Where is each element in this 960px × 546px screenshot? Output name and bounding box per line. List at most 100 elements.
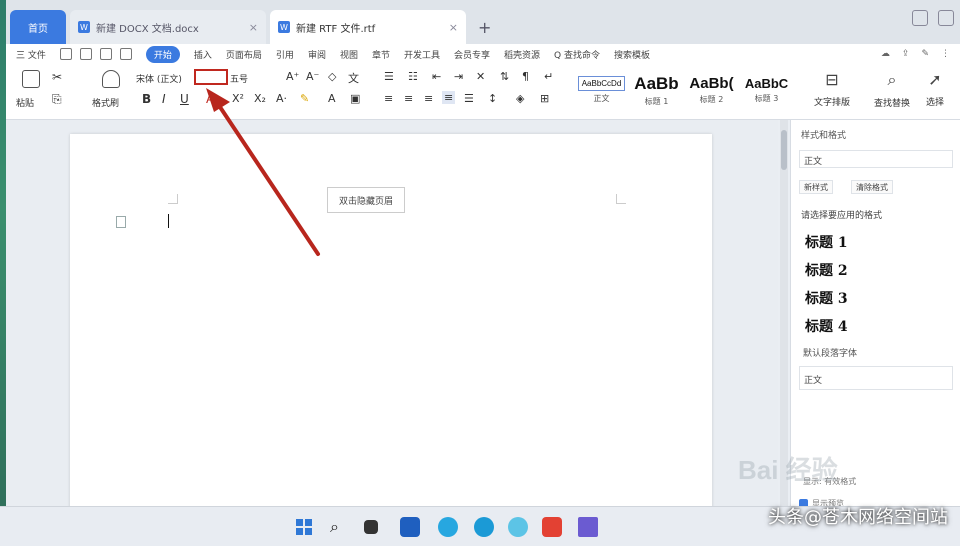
align-left-icon[interactable]: ≡ xyxy=(384,92,393,105)
widgets-icon[interactable] xyxy=(400,517,420,537)
search-icon: ⌕ xyxy=(887,70,897,89)
line-spacing-icon[interactable]: ↕ xyxy=(488,92,497,105)
justify-icon[interactable]: ≡ xyxy=(442,91,456,104)
menu-developer[interactable]: 开发工具 xyxy=(404,48,440,61)
show-marks-icon[interactable]: ¶ xyxy=(522,70,529,83)
menu-member[interactable]: 会员专享 xyxy=(454,48,490,61)
new-style-button[interactable]: 新样式 xyxy=(799,180,833,194)
text-effect-icon[interactable]: A· xyxy=(276,92,287,105)
font-color-button[interactable]: A xyxy=(206,92,214,106)
bullet-list-icon[interactable]: ☰ xyxy=(384,70,394,83)
wps-doc-icon: W xyxy=(278,21,290,33)
style-heading-3[interactable]: AaBbC 标题 3 xyxy=(741,68,792,112)
paragraph-marks-icon[interactable]: ↵ xyxy=(544,70,553,83)
close-icon[interactable]: × xyxy=(449,21,458,34)
more-icon[interactable]: ⋮ xyxy=(941,49,950,59)
scrollbar-thumb[interactable] xyxy=(781,130,787,170)
distributed-icon[interactable]: ☰ xyxy=(464,92,474,105)
numbered-list-icon[interactable]: ☷ xyxy=(408,70,418,83)
header-tooltip[interactable]: 双击隐藏页眉 xyxy=(327,187,405,213)
grow-font-icon[interactable]: A⁺ xyxy=(286,70,299,83)
style-sample: AaBbCcDd xyxy=(577,76,626,91)
shading-icon[interactable]: ◈ xyxy=(516,92,524,105)
style-list-heading-4[interactable]: 标题 4 xyxy=(805,316,848,336)
border-icon[interactable]: ⊞ xyxy=(540,92,549,105)
style-heading-2[interactable]: AaBb( 标题 2 xyxy=(686,68,737,112)
export-icon[interactable] xyxy=(79,48,92,60)
menu-references[interactable]: 引用 xyxy=(276,48,294,61)
phonetic-icon[interactable]: 文 xyxy=(348,70,359,86)
menu-view[interactable]: 视图 xyxy=(340,48,358,61)
format-painter-icon[interactable] xyxy=(102,70,120,88)
sort-icon[interactable]: ⇅ xyxy=(500,70,509,83)
style-list-heading-3[interactable]: 标题 3 xyxy=(805,288,848,308)
cloud-icon[interactable]: ☁ xyxy=(881,49,890,59)
shrink-font-icon[interactable]: A⁻ xyxy=(306,70,319,83)
save-icon[interactable] xyxy=(59,48,72,60)
char-border-icon[interactable]: ▣ xyxy=(350,92,360,105)
text-layout-button[interactable]: ⊟ 文字排版 xyxy=(814,70,850,108)
current-style-field[interactable]: 正文 xyxy=(799,150,953,168)
task-view-icon[interactable] xyxy=(364,520,378,534)
align-right-icon[interactable]: ≡ xyxy=(424,92,433,105)
decrease-indent-icon[interactable]: ⇤ xyxy=(432,70,441,83)
document-page[interactable]: 双击隐藏页眉 xyxy=(70,134,712,520)
style-name: 正文 xyxy=(593,94,610,103)
windows-start-icon[interactable] xyxy=(294,517,314,537)
tab-rtf[interactable]: W 新建 RTF 文件.rtf × xyxy=(270,10,466,44)
menu-layout[interactable]: 页面布局 xyxy=(226,48,262,61)
menu-start[interactable]: 开始 xyxy=(145,45,180,63)
subscript-icon[interactable]: X₂ xyxy=(254,92,266,105)
preview-icon[interactable] xyxy=(119,48,132,60)
select-button[interactable]: ➚ 选择 xyxy=(926,70,944,108)
wps-icon[interactable] xyxy=(542,517,562,537)
comment-icon[interactable]: ✎ xyxy=(921,49,929,59)
menu-review[interactable]: 审阅 xyxy=(308,48,326,61)
menu-right-icons: ☁ ⇪ ✎ ⋮ xyxy=(881,49,960,59)
superscript-icon[interactable]: X² xyxy=(232,92,244,105)
text-cursor xyxy=(168,214,169,228)
workspace-icon[interactable] xyxy=(912,10,928,26)
style-list-heading-2[interactable]: 标题 2 xyxy=(805,260,848,280)
align-center-icon[interactable]: ≡ xyxy=(404,92,413,105)
copy-icon[interactable]: ⎘ xyxy=(52,92,62,107)
app-icon-2[interactable] xyxy=(578,517,598,537)
template-search[interactable]: 搜索模板 xyxy=(614,48,650,61)
style-list-heading-1[interactable]: 标题 1 xyxy=(805,232,848,252)
cut-icon[interactable]: ✂ xyxy=(52,70,62,84)
menu-resources[interactable]: 稻壳资源 xyxy=(504,48,540,61)
find-replace-button[interactable]: ⌕ 查找替换 xyxy=(874,70,910,109)
chinese-layout-icon[interactable]: ✕ xyxy=(476,70,485,83)
default-style-field[interactable]: 正文 xyxy=(799,366,953,390)
edge-icon[interactable] xyxy=(474,517,494,537)
paste-icon[interactable] xyxy=(22,70,40,88)
menu-file[interactable]: 三 文件 xyxy=(16,48,46,61)
underline-button[interactable]: U xyxy=(180,92,189,106)
style-normal[interactable]: AaBbCcDd 正文 xyxy=(576,68,627,112)
menu-section[interactable]: 章节 xyxy=(372,48,390,61)
style-heading-1[interactable]: AaBb 标题 1 xyxy=(631,68,682,112)
clear-format-button[interactable]: 清除格式 xyxy=(851,180,893,194)
italic-button[interactable]: I xyxy=(162,92,166,106)
command-search[interactable]: Q 查找命令 xyxy=(554,48,600,61)
avatar[interactable] xyxy=(938,10,954,26)
search-icon[interactable]: ⌕ xyxy=(330,517,350,537)
increase-indent-icon[interactable]: ⇥ xyxy=(454,70,463,83)
close-icon[interactable]: × xyxy=(249,21,258,34)
font-size-input[interactable] xyxy=(194,69,228,85)
print-icon[interactable] xyxy=(99,48,112,60)
add-tab-button[interactable]: + xyxy=(470,10,499,44)
clear-format-icon[interactable]: ◇ xyxy=(328,70,336,83)
select-label: 选择 xyxy=(926,98,945,108)
tab-home[interactable]: 首页 xyxy=(10,10,66,44)
menu-insert[interactable]: 插入 xyxy=(194,48,212,61)
browser-icon[interactable] xyxy=(508,517,528,537)
highlight-icon[interactable]: ✎ xyxy=(300,92,309,105)
char-shading-icon[interactable]: A xyxy=(328,92,336,105)
font-name-select[interactable]: 宋体 (正文) xyxy=(136,72,182,85)
font-size-select[interactable]: 五号 xyxy=(230,72,248,85)
share-icon[interactable]: ⇪ xyxy=(902,49,910,59)
bold-button[interactable]: B xyxy=(142,92,151,106)
app-icon[interactable] xyxy=(438,517,458,537)
tab-docx[interactable]: W 新建 DOCX 文档.docx × xyxy=(70,10,266,44)
